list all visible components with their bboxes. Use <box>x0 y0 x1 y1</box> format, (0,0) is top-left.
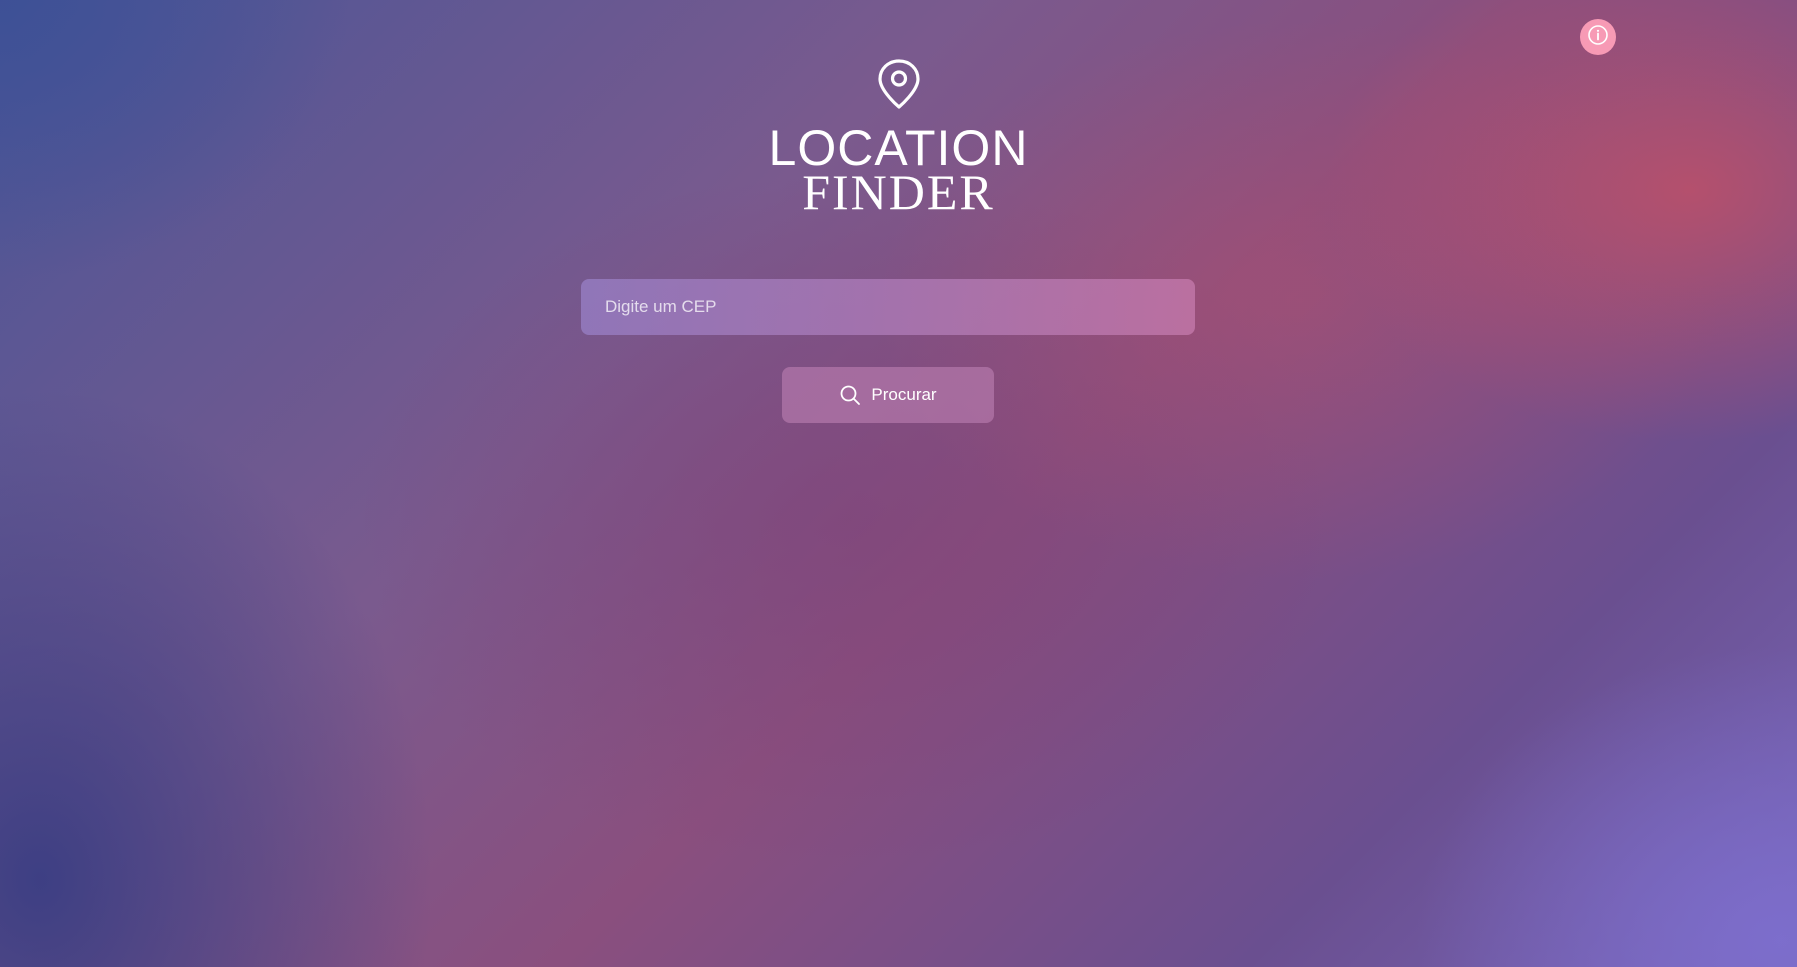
cep-input[interactable] <box>581 279 1195 335</box>
info-button[interactable] <box>1580 19 1616 55</box>
search-button-label: Procurar <box>871 385 937 404</box>
map-pin-icon <box>877 59 920 109</box>
app-title-finder: FINDER <box>802 164 995 220</box>
info-icon <box>1587 24 1609 51</box>
search-button[interactable]: Procurar <box>782 367 994 423</box>
search-icon <box>841 385 861 405</box>
app-logo: LOCATION FINDER <box>0 58 1797 220</box>
